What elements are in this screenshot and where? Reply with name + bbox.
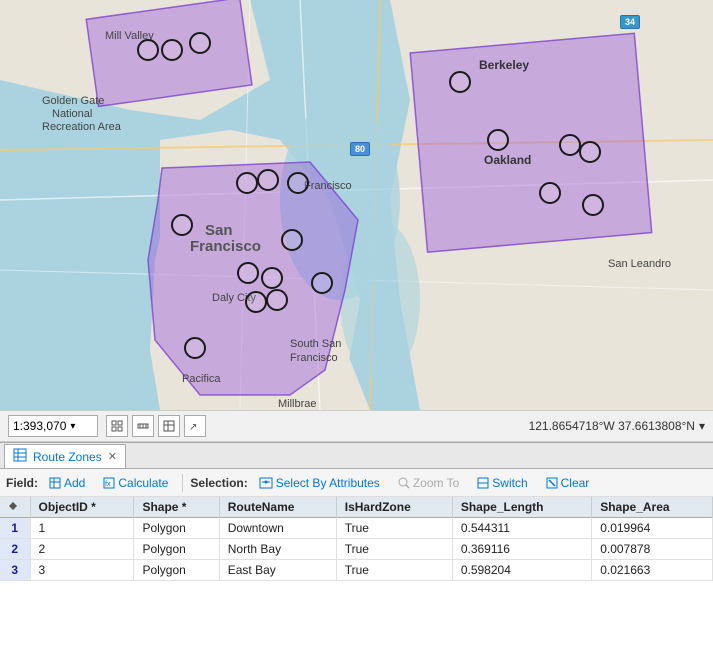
col-header-objectid[interactable]: ObjectID *: [30, 497, 134, 518]
coordinates-value: 121.8654718°W 37.6613808°N: [529, 419, 695, 433]
cell-route_name: East Bay: [219, 560, 336, 581]
status-bar: 1:393,070 ▾ ↗ 121.8654718°W 37.6613808°N…: [0, 410, 713, 442]
table-row[interactable]: 33PolygonEast BayTrue0.5982040.021663: [0, 560, 713, 581]
col-header-rownum: [0, 497, 30, 518]
zoom-to-label: Zoom To: [413, 476, 459, 490]
col-label-shapearea: Shape_Area: [600, 500, 669, 514]
table-row[interactable]: 11PolygonDowntownTrue0.5443110.019964: [0, 518, 713, 539]
switch-btn[interactable]: Switch: [470, 472, 534, 494]
cell-is_hard_zone: True: [336, 518, 452, 539]
scale-selector[interactable]: 1:393,070 ▾: [8, 415, 98, 437]
svg-text:↗: ↗: [189, 422, 197, 432]
cell-is_hard_zone: True: [336, 539, 452, 560]
attribute-table: ObjectID * Shape * RouteName IsHardZone …: [0, 497, 713, 581]
circle-marker: [311, 272, 333, 294]
table-tab-bar: Route Zones ✕: [0, 443, 713, 469]
row-number-cell: 1: [0, 518, 30, 539]
cell-shape_area: 0.007878: [592, 539, 713, 560]
scale-dropdown-icon: ▾: [70, 421, 75, 432]
col-header-shapearea[interactable]: Shape_Area: [592, 497, 713, 518]
map-view[interactable]: Mill Valley Berkeley Golden Gate Nationa…: [0, 0, 713, 410]
circle-marker: [171, 214, 193, 236]
tab-close-btn[interactable]: ✕: [108, 450, 117, 463]
col-header-ishardzone[interactable]: IsHardZone: [336, 497, 452, 518]
table-row[interactable]: 22PolygonNorth BayTrue0.3691160.007878: [0, 539, 713, 560]
add-label: Add: [64, 476, 85, 490]
table-header: ObjectID * Shape * RouteName IsHardZone …: [0, 497, 713, 518]
cell-shape: Polygon: [134, 539, 219, 560]
calculate-label: Calculate: [118, 476, 168, 490]
calculate-btn[interactable]: fx Calculate: [96, 472, 175, 494]
cell-is_hard_zone: True: [336, 560, 452, 581]
circle-marker: [449, 71, 471, 93]
cell-shape_length: 0.544311: [452, 518, 591, 539]
col-header-shape[interactable]: Shape *: [134, 497, 219, 518]
coordinates-dropdown-btn[interactable]: ▾: [699, 419, 705, 433]
circle-marker: [189, 32, 211, 54]
highway-80-shield: 80: [350, 142, 370, 156]
row-number-cell: 2: [0, 539, 30, 560]
circle-marker: [281, 229, 303, 251]
col-header-routename[interactable]: RouteName: [219, 497, 336, 518]
cell-object_id: 2: [30, 539, 134, 560]
cell-shape_length: 0.598204: [452, 560, 591, 581]
circle-marker: [237, 262, 259, 284]
col-label-shapelength: Shape_Length: [461, 500, 544, 514]
cell-route_name: North Bay: [219, 539, 336, 560]
circle-marker: [266, 289, 288, 311]
circle-marker: [539, 182, 561, 204]
table-panel: Route Zones ✕ Field: Add fx Calculate Se…: [0, 442, 713, 581]
col-label-objectid: ObjectID *: [39, 500, 96, 514]
zoom-to-btn[interactable]: Zoom To: [391, 472, 466, 494]
highway-34-shield: 34: [620, 15, 640, 29]
circle-marker: [245, 291, 267, 313]
coordinates-display: 121.8654718°W 37.6613808°N ▾: [529, 419, 705, 433]
cell-shape_area: 0.021663: [592, 560, 713, 581]
col-label-ishardzone: IsHardZone: [345, 500, 411, 514]
select-by-attributes-btn[interactable]: Select By Attributes: [252, 472, 387, 494]
grid-tool-btn[interactable]: [106, 415, 128, 437]
table-tab-icon: [13, 448, 27, 465]
table-tool-btn[interactable]: [158, 415, 180, 437]
circle-marker: [257, 169, 279, 191]
clear-label: Clear: [561, 476, 590, 490]
cell-route_name: Downtown: [219, 518, 336, 539]
switch-label: Switch: [492, 476, 527, 490]
map-tool-icons: ↗: [106, 415, 206, 437]
cell-shape_length: 0.369116: [452, 539, 591, 560]
ruler-tool-btn[interactable]: [132, 415, 154, 437]
col-header-shapelength[interactable]: Shape_Length: [452, 497, 591, 518]
clear-btn[interactable]: Clear: [539, 472, 597, 494]
table-body: 11PolygonDowntownTrue0.5443110.01996422P…: [0, 518, 713, 581]
tab-label: Route Zones: [33, 450, 102, 464]
route-zones-tab[interactable]: Route Zones ✕: [4, 444, 126, 468]
circle-marker: [287, 172, 309, 194]
arrow-tool-btn[interactable]: ↗: [184, 415, 206, 437]
circle-marker: [559, 134, 581, 156]
circle-marker: [137, 39, 159, 61]
circle-marker: [236, 172, 258, 194]
select-by-attr-label: Select By Attributes: [276, 476, 380, 490]
cell-shape: Polygon: [134, 560, 219, 581]
circle-marker: [261, 267, 283, 289]
cell-shape: Polygon: [134, 518, 219, 539]
field-label: Field:: [6, 476, 38, 490]
col-label-routename: RouteName: [228, 500, 295, 514]
cell-shape_area: 0.019964: [592, 518, 713, 539]
circle-marker: [582, 194, 604, 216]
circle-marker: [487, 129, 509, 151]
table-toolbar: Field: Add fx Calculate Selection: Selec…: [0, 469, 713, 497]
circle-marker: [161, 39, 183, 61]
col-label-shape: Shape *: [142, 500, 186, 514]
circle-marker: [579, 141, 601, 163]
add-field-btn[interactable]: Add: [42, 472, 92, 494]
selection-label: Selection:: [190, 476, 247, 490]
cell-object_id: 1: [30, 518, 134, 539]
separator-1: [182, 474, 183, 492]
cell-object_id: 3: [30, 560, 134, 581]
row-number-cell: 3: [0, 560, 30, 581]
circle-marker: [184, 337, 206, 359]
svg-text:fx: fx: [105, 481, 111, 488]
scale-value: 1:393,070: [13, 419, 66, 433]
